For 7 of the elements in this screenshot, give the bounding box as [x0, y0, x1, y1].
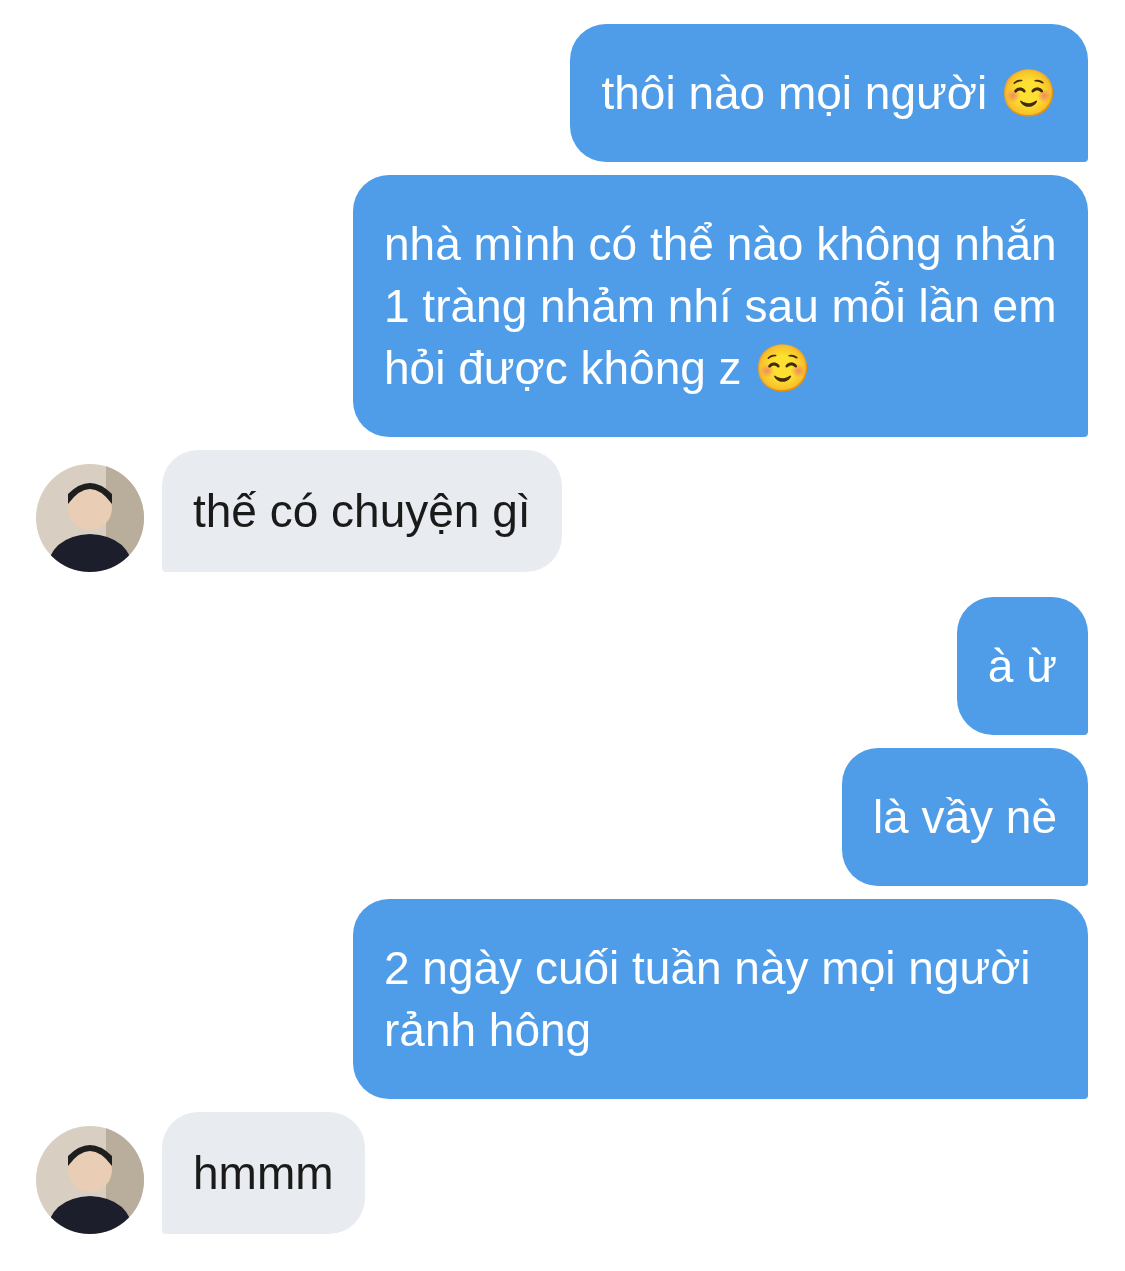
received-message: thế có chuyện gì	[162, 450, 562, 572]
sent-message: là vầy nè	[841, 748, 1088, 886]
sent-message: à ừ	[956, 597, 1088, 735]
sent-message: thôi nào mọi người ☺	[570, 24, 1088, 162]
sent-message: nhà mình có thể nào không nhắn 1 tràng nhảm nhí sau mỗi lần em hỏi được không z ☺	[353, 175, 1088, 437]
sent-message: 2 ngày cuối tuần này mọi người rảnh hông	[353, 899, 1088, 1099]
received-message: hmmm	[162, 1112, 365, 1234]
